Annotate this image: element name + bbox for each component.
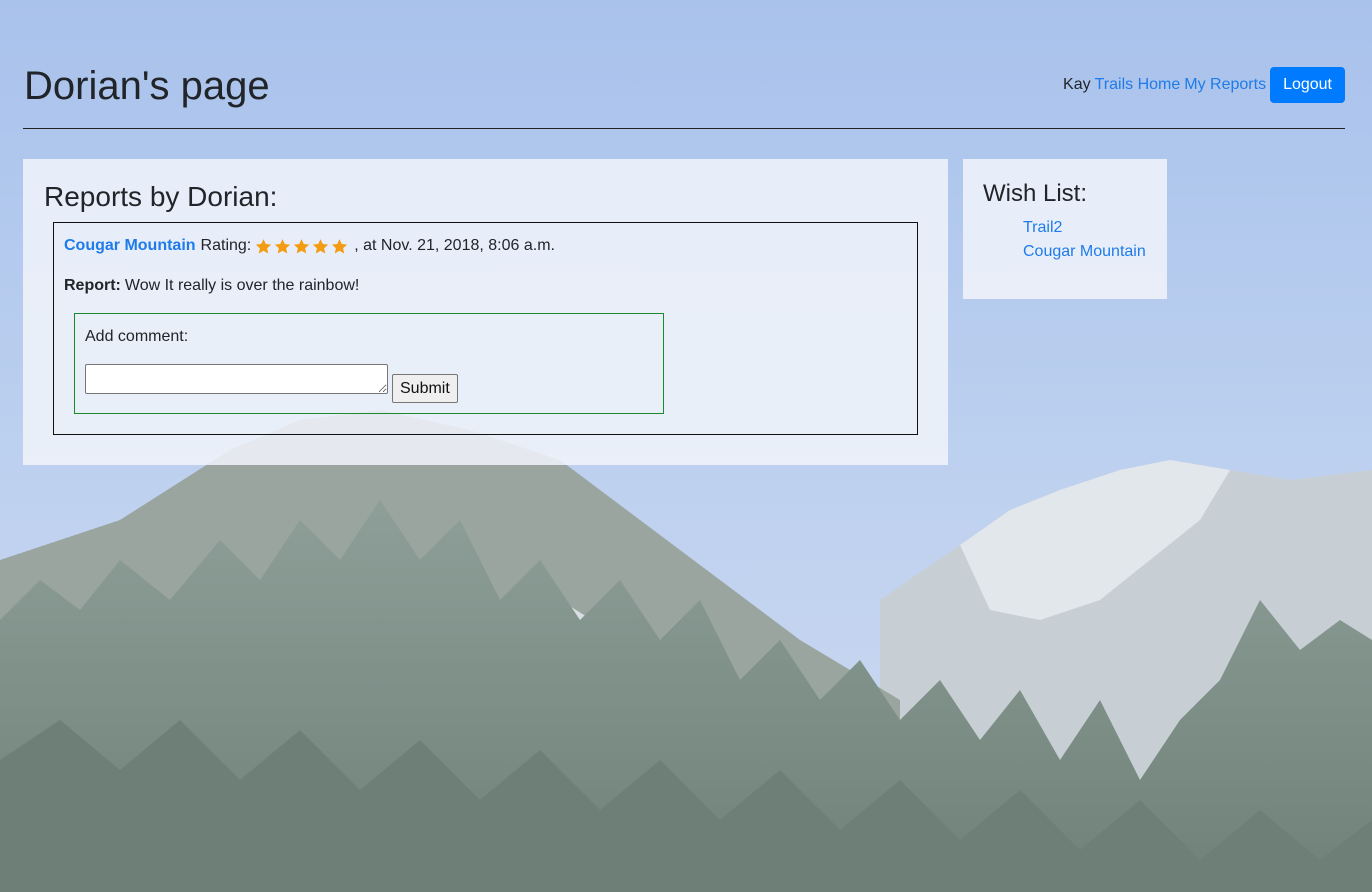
star-icon	[332, 238, 348, 254]
page-header: Dorian's page Kay Trails Home My Reports…	[23, 60, 1345, 129]
wish-list-link-trail2[interactable]: Trail2	[1023, 219, 1062, 236]
rating-stars	[255, 238, 350, 255]
nav-my-reports-link[interactable]: My Reports	[1184, 76, 1266, 94]
wish-list-link-cougar-mountain[interactable]: Cougar Mountain	[1023, 243, 1146, 260]
add-comment-form: Add comment: Submit	[74, 313, 664, 414]
logout-button[interactable]: Logout	[1270, 67, 1345, 103]
submit-comment-button[interactable]: Submit	[392, 374, 458, 403]
report-text: Wow It really is over the rainbow!	[124, 277, 360, 294]
star-icon	[275, 238, 291, 254]
page: Dorian's page Kay Trails Home My Reports…	[0, 0, 1372, 892]
wish-list-item: Trail2	[1023, 216, 1146, 240]
top-nav: Kay Trails Home My Reports Logout	[1063, 67, 1345, 103]
rating-label: Rating:	[200, 237, 252, 254]
nav-trails-home-link[interactable]: Trails Home	[1095, 76, 1181, 94]
report-trail-link[interactable]: Cougar Mountain	[64, 235, 196, 257]
wish-list-panel: Wish List: Trail2 Cougar Mountain	[963, 159, 1167, 299]
report-card: Cougar Mountain Rating: , at Nov. 21, 20…	[53, 222, 918, 435]
report-body: Report: Wow It really is over the rainbow…	[64, 275, 359, 297]
current-user: Kay	[1063, 76, 1091, 93]
reports-panel: Reports by Dorian: Cougar Mountain Ratin…	[23, 159, 948, 465]
star-icon	[294, 238, 310, 254]
report-label: Report:	[64, 277, 121, 294]
reports-heading: Reports by Dorian:	[44, 181, 278, 212]
report-timestamp: , at Nov. 21, 2018, 8:06 a.m.	[354, 237, 555, 254]
star-icon	[313, 238, 329, 254]
comment-input[interactable]	[85, 364, 388, 394]
star-icon	[256, 238, 272, 254]
page-title: Dorian's page	[24, 64, 270, 108]
add-comment-label: Add comment:	[85, 328, 189, 345]
report-header-line: Cougar Mountain Rating: , at Nov. 21, 20…	[64, 235, 555, 257]
wish-list: Trail2 Cougar Mountain	[1023, 216, 1146, 264]
wish-list-item: Cougar Mountain	[1023, 240, 1146, 264]
wish-list-heading: Wish List:	[983, 180, 1088, 207]
